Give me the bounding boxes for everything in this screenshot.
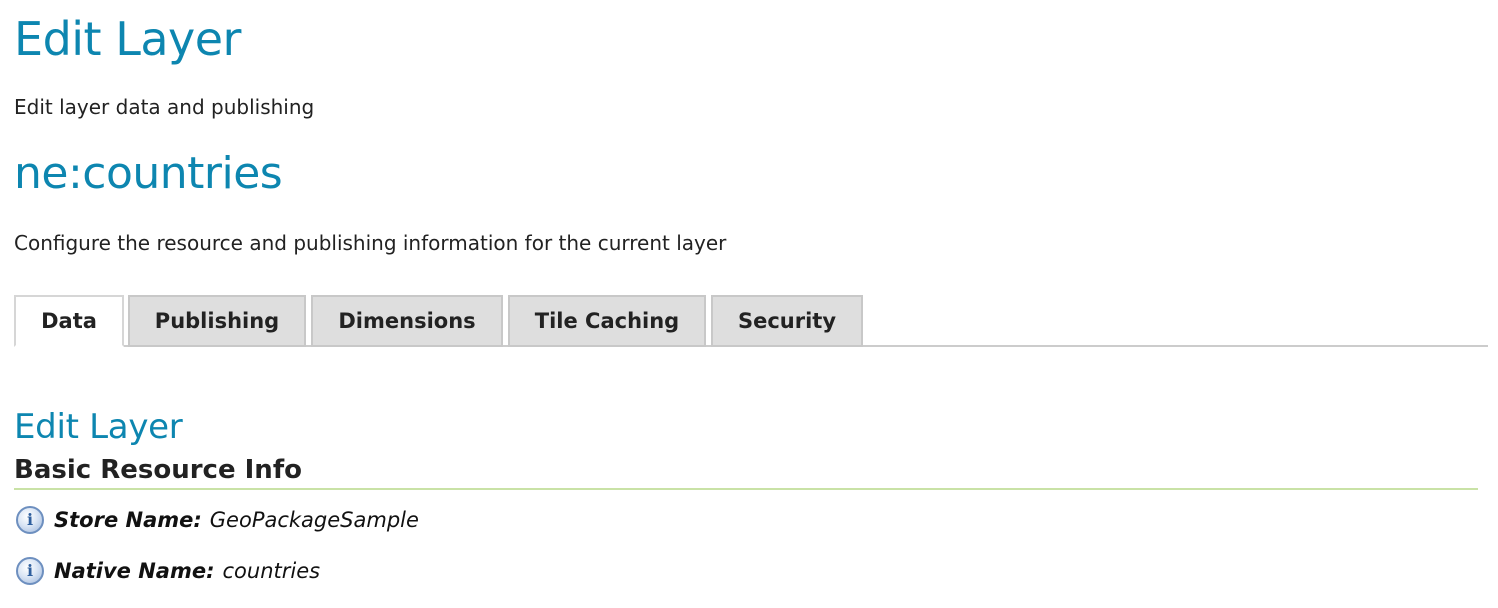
page-title: Edit Layer bbox=[14, 12, 241, 66]
subsection-title: Basic Resource Info bbox=[14, 455, 302, 485]
tab-bar: Data Publishing Dimensions Tile Caching … bbox=[14, 295, 1488, 347]
info-icon: i bbox=[16, 506, 44, 534]
tab-publishing[interactable]: Publishing bbox=[128, 295, 306, 347]
store-name-row: i Store Name: GeoPackageSample bbox=[16, 505, 419, 535]
store-name-label: Store Name: bbox=[54, 508, 202, 532]
tab-tile-caching[interactable]: Tile Caching bbox=[508, 295, 706, 347]
page-description: Edit layer data and publishing bbox=[14, 95, 315, 119]
tab-security[interactable]: Security bbox=[711, 295, 863, 347]
layer-name: ne:countries bbox=[14, 148, 283, 199]
layer-description: Configure the resource and publishing in… bbox=[14, 231, 727, 255]
tab-dimensions[interactable]: Dimensions bbox=[311, 295, 503, 347]
tab-data[interactable]: Data bbox=[14, 295, 124, 347]
info-icon: i bbox=[16, 557, 44, 585]
native-name-label: Native Name: bbox=[54, 559, 215, 583]
native-name-value: countries bbox=[222, 559, 321, 583]
store-name-value: GeoPackageSample bbox=[209, 508, 419, 532]
native-name-row: i Native Name: countries bbox=[16, 556, 320, 586]
section-title: Edit Layer bbox=[14, 407, 183, 447]
section-divider bbox=[14, 488, 1478, 490]
